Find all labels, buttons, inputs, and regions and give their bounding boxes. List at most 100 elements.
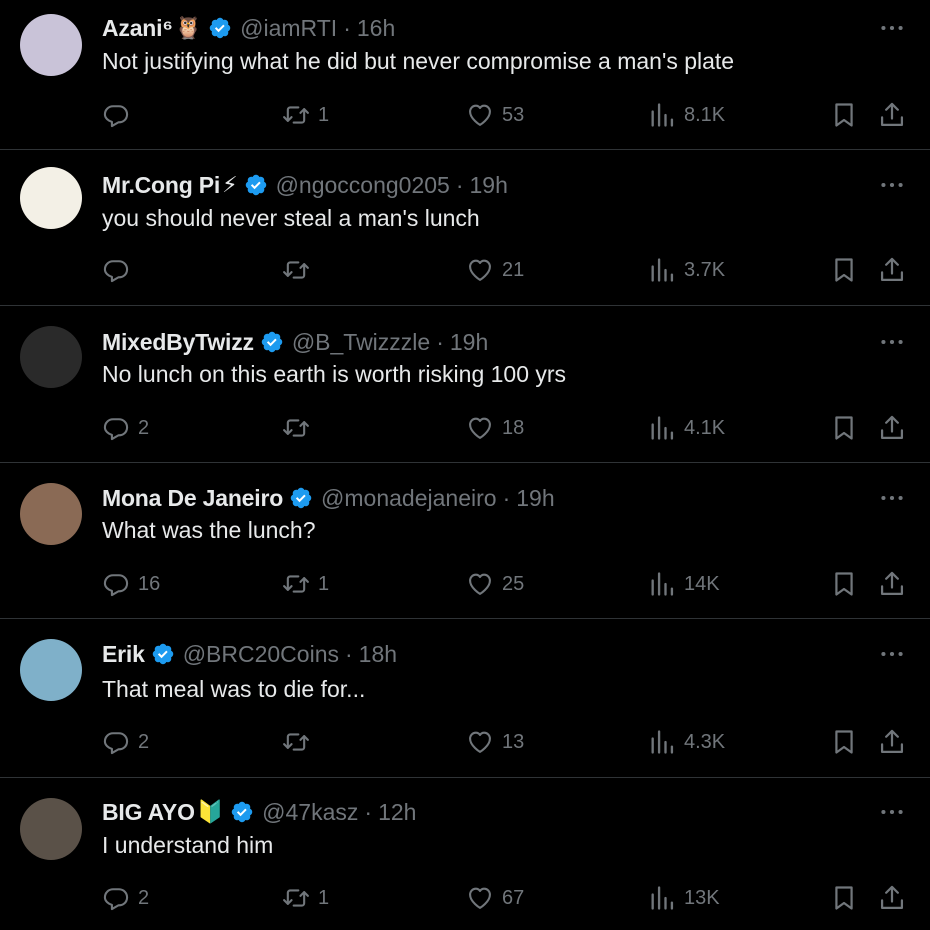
share-button[interactable] xyxy=(878,250,906,290)
tweet-header: Azani⁶ 🦉 @iamRTI · 16h xyxy=(102,13,395,43)
retweet-button[interactable] xyxy=(282,722,318,762)
share-icon xyxy=(880,571,904,596)
more-options-icon[interactable] xyxy=(878,488,906,508)
display-name[interactable]: BIG AYO xyxy=(102,799,195,826)
share-button[interactable] xyxy=(878,408,906,448)
share-button[interactable] xyxy=(878,95,906,135)
more-options-icon[interactable] xyxy=(878,18,906,38)
retweet-icon xyxy=(283,575,309,593)
view-count: 8.1K xyxy=(684,103,726,126)
avatar[interactable] xyxy=(20,483,82,545)
bookmark-button[interactable] xyxy=(830,722,858,762)
share-button[interactable] xyxy=(878,878,906,918)
tweet-header: MixedByTwizz @B_Twizzzle · 19h xyxy=(102,327,488,357)
like-button[interactable]: 53 xyxy=(466,95,524,135)
avatar[interactable] xyxy=(20,639,82,701)
tweet[interactable]: Erik @BRC20Coins · 18h That meal was to … xyxy=(0,619,930,778)
timestamp[interactable]: 19h xyxy=(516,485,554,512)
display-name[interactable]: MixedByTwizz xyxy=(102,329,254,356)
reply-button[interactable]: 2 xyxy=(102,878,149,918)
separator-dot: · xyxy=(502,484,511,511)
retweet-button[interactable] xyxy=(282,408,318,448)
retweet-icon xyxy=(283,889,309,907)
retweet-icon xyxy=(283,419,309,437)
retweet-button[interactable]: 1 xyxy=(282,95,329,135)
verified-badge-icon xyxy=(231,801,253,823)
views-button[interactable]: 14K xyxy=(648,564,720,604)
heart-icon xyxy=(469,731,491,753)
like-button[interactable]: 13 xyxy=(466,722,524,762)
more-options-icon[interactable] xyxy=(878,644,906,664)
reply-button[interactable]: 2 xyxy=(102,408,149,448)
heart-icon xyxy=(469,417,491,439)
views-button[interactable]: 8.1K xyxy=(648,95,725,135)
like-button[interactable]: 21 xyxy=(466,250,524,290)
more-options-icon[interactable] xyxy=(878,802,906,822)
verified-badge-icon xyxy=(209,17,231,39)
more-options-icon[interactable] xyxy=(878,175,906,195)
views-icon xyxy=(651,416,674,440)
reply-button[interactable] xyxy=(102,95,138,135)
share-icon xyxy=(880,415,904,440)
share-button[interactable] xyxy=(878,564,906,604)
reply-icon xyxy=(103,260,129,283)
reply-button[interactable] xyxy=(102,250,138,290)
views-button[interactable]: 13K xyxy=(648,878,720,918)
user-handle[interactable]: @monadejaneiro xyxy=(321,485,497,512)
bookmark-button[interactable] xyxy=(830,878,858,918)
user-handle[interactable]: @ngoccong0205 xyxy=(276,172,450,199)
timestamp[interactable]: 12h xyxy=(378,799,416,826)
views-button[interactable]: 3.7K xyxy=(648,250,725,290)
views-button[interactable]: 4.3K xyxy=(648,722,725,762)
tweet[interactable]: Azani⁶ 🦉 @iamRTI · 16h Not justifying wh… xyxy=(0,0,930,150)
bookmark-button[interactable] xyxy=(830,250,858,290)
tweet-actions: 2 18 4.1K xyxy=(0,408,930,448)
timestamp[interactable]: 16h xyxy=(357,15,395,42)
display-name[interactable]: Erik xyxy=(102,641,145,668)
bookmark-button[interactable] xyxy=(830,564,858,604)
retweet-button[interactable]: 1 xyxy=(282,878,329,918)
share-icon xyxy=(880,102,904,127)
more-options-icon[interactable] xyxy=(878,332,906,352)
avatar[interactable] xyxy=(20,326,82,388)
views-icon xyxy=(651,103,674,127)
like-button[interactable]: 18 xyxy=(466,408,524,448)
retweet-icon xyxy=(283,733,309,751)
user-handle[interactable]: @47kasz xyxy=(262,799,358,826)
retweet-button[interactable]: 1 xyxy=(282,564,329,604)
timestamp[interactable]: 19h xyxy=(450,329,488,356)
bookmark-button[interactable] xyxy=(830,95,858,135)
avatar[interactable] xyxy=(20,167,82,229)
views-button[interactable]: 4.1K xyxy=(648,408,725,448)
share-button[interactable] xyxy=(878,722,906,762)
reply-button[interactable]: 2 xyxy=(102,722,149,762)
tweet-text: Not justifying what he did but never com… xyxy=(102,48,735,74)
timestamp[interactable]: 18h xyxy=(359,641,397,668)
retweet-button[interactable] xyxy=(282,250,318,290)
tweet[interactable]: Mr.Cong Pi ⚡ @ngoccong0205 · 19h you sho… xyxy=(0,150,930,306)
reply-icon xyxy=(103,732,129,755)
name-emoji: ⚡ xyxy=(222,172,238,197)
reply-button[interactable]: 16 xyxy=(102,564,160,604)
tweet[interactable]: Mona De Janeiro @monadejaneiro · 19h Wha… xyxy=(0,463,930,619)
display-name[interactable]: Mona De Janeiro xyxy=(102,485,283,512)
like-button[interactable]: 25 xyxy=(466,564,524,604)
avatar[interactable] xyxy=(20,798,82,860)
tweet[interactable]: BIG AYO 🔰 @47kasz · 12h I understand him… xyxy=(0,778,930,930)
view-count: 14K xyxy=(684,572,720,595)
user-handle[interactable]: @BRC20Coins xyxy=(183,641,339,668)
verified-badge-icon xyxy=(245,174,266,196)
user-handle[interactable]: @B_Twizzzle xyxy=(292,329,430,356)
like-button[interactable]: 67 xyxy=(466,878,524,918)
views-icon xyxy=(651,730,674,754)
user-handle[interactable]: @iamRTI xyxy=(240,15,337,42)
tweet[interactable]: MixedByTwizz @B_Twizzzle · 19h No lunch … xyxy=(0,306,930,463)
bookmark-button[interactable] xyxy=(830,408,858,448)
display-name[interactable]: Mr.Cong Pi xyxy=(102,172,220,199)
display-name[interactable]: Azani⁶ xyxy=(102,15,173,42)
avatar[interactable] xyxy=(20,14,82,76)
reply-count: 2 xyxy=(138,416,150,439)
tweet-text: That meal was to die for... xyxy=(102,676,366,702)
retweet-count: 1 xyxy=(318,572,330,595)
timestamp[interactable]: 19h xyxy=(470,172,508,199)
